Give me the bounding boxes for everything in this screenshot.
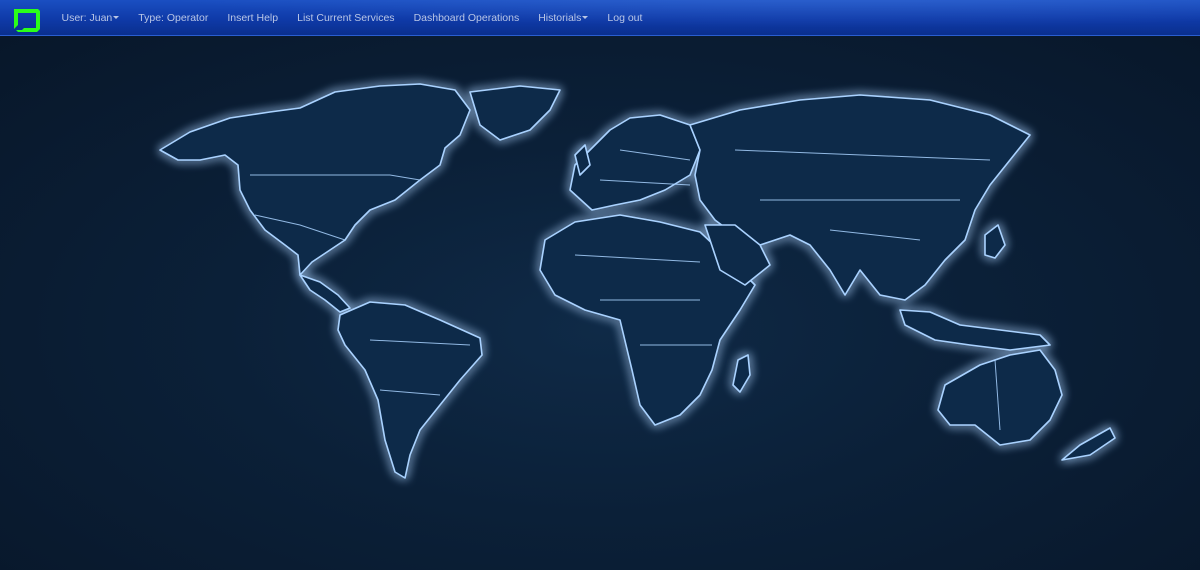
south-america-shape — [337, 301, 483, 479]
nav-menu: User: Juan Type: Operator Insert Help Li… — [52, 0, 652, 36]
historials-menu[interactable]: Historials — [529, 0, 598, 36]
dashboard-operations-link[interactable]: Dashboard Operations — [404, 0, 529, 36]
user-menu[interactable]: User: Juan — [52, 0, 129, 36]
logout-link[interactable]: Log out — [598, 0, 652, 36]
chevron-down-icon — [582, 15, 589, 19]
australia-shape — [937, 349, 1063, 446]
insert-help-link[interactable]: Insert Help — [218, 0, 288, 36]
type-operator[interactable]: Type: Operator — [129, 0, 218, 36]
top-navbar: User: Juan Type: Operator Insert Help Li… — [0, 0, 1200, 36]
list-current-services-link[interactable]: List Current Services — [288, 0, 404, 36]
user-menu-label: User: Juan — [61, 12, 113, 24]
world-map[interactable] — [0, 36, 1200, 570]
greenland-shape — [469, 85, 561, 141]
historials-menu-label: Historials — [538, 12, 582, 24]
north-america-shape — [159, 83, 471, 276]
new-zealand-shape — [1061, 427, 1116, 461]
terminal-logo-icon[interactable] — [10, 5, 44, 35]
world-map-svg — [159, 83, 1116, 479]
chevron-down-icon — [113, 15, 120, 19]
madagascar-shape — [732, 354, 751, 393]
indonesia-shape — [899, 309, 1051, 351]
central-america-shape — [299, 274, 351, 313]
japan-shape — [984, 224, 1006, 259]
